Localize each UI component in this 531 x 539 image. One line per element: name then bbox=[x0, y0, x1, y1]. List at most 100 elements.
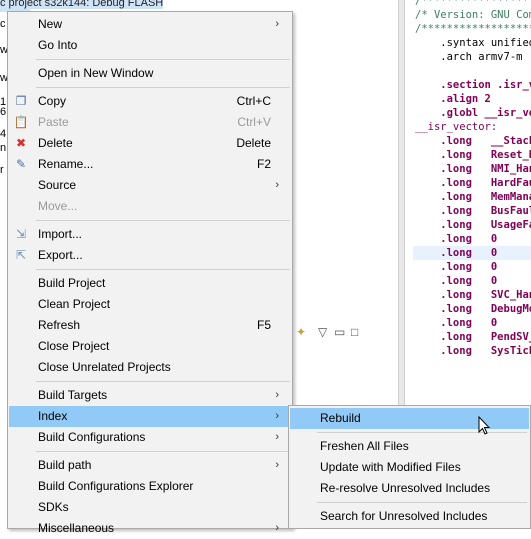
chevron-right-icon: › bbox=[275, 459, 279, 471]
copy-icon: ❐ bbox=[15, 94, 27, 108]
code-line: .long NMI_Handler bbox=[440, 163, 531, 175]
menu-item-label: Build Configurations bbox=[38, 430, 146, 444]
menu-item-delete[interactable]: ✖ Delete Delete bbox=[9, 133, 291, 154]
menu-item-label: Build Configurations Explorer bbox=[38, 479, 194, 493]
menu-separator bbox=[36, 381, 290, 382]
code-editor[interactable]: /************************* /* Version: GN… bbox=[405, 0, 531, 405]
delete-icon: ✖ bbox=[15, 136, 27, 150]
project-title: c project s32k144: Debug FLASH bbox=[0, 0, 164, 9]
editor-ruler bbox=[398, 0, 405, 405]
menu-item-shortcut: Delete bbox=[236, 136, 271, 150]
code-line: .long UsageFault_Handler bbox=[440, 219, 531, 231]
menu-item-label: Build Project bbox=[38, 276, 106, 290]
minimize-icon[interactable]: ▭ bbox=[334, 325, 345, 339]
code-line: .section .isr_vector bbox=[440, 79, 531, 91]
menu-item-update-with-modified-files[interactable]: Update with Modified Files bbox=[290, 457, 529, 478]
menu-item-label: Update with Modified Files bbox=[320, 460, 461, 474]
menu-item-new[interactable]: New › bbox=[9, 14, 291, 35]
menu-item-build-configurations-explorer[interactable]: Build Configurations Explorer bbox=[9, 476, 291, 497]
explorer-text-fragment: c bbox=[0, 18, 6, 30]
menu-item-open-in-new-window[interactable]: Open in New Window bbox=[9, 63, 291, 84]
mouse-cursor-icon bbox=[478, 416, 491, 435]
menu-item-build-configurations[interactable]: Build Configurations › bbox=[9, 427, 291, 448]
menu-item-re-resolve-unresolved-includes[interactable]: Re-resolve Unresolved Includes bbox=[290, 478, 529, 499]
menu-item-close-unrelated-projects[interactable]: Close Unrelated Projects bbox=[9, 357, 291, 378]
menu-separator bbox=[36, 87, 290, 88]
menu-separator bbox=[36, 59, 290, 60]
menu-item-move[interactable]: Move... bbox=[9, 196, 291, 217]
menu-item-index[interactable]: Index › bbox=[9, 406, 291, 427]
menu-item-label: Clean Project bbox=[38, 297, 111, 311]
menu-item-paste[interactable]: 📋 Paste Ctrl+V bbox=[9, 112, 291, 133]
explorer-text-fragment: r bbox=[0, 164, 4, 176]
export-icon: ⇱ bbox=[15, 248, 27, 262]
explorer-text-fragment: 6 bbox=[0, 106, 7, 118]
import-icon: ⇲ bbox=[15, 227, 27, 241]
menu-item-label: Search for Unresolved Includes bbox=[320, 509, 488, 523]
paste-icon: 📋 bbox=[13, 115, 29, 129]
menu-item-import[interactable]: ⇲ Import... bbox=[9, 224, 291, 245]
code-line: .long __StackTop bbox=[440, 135, 531, 147]
explorer-text-fragment: n bbox=[0, 142, 7, 154]
menu-item-label: Refresh bbox=[38, 318, 81, 332]
menu-item-export[interactable]: ⇱ Export... bbox=[9, 245, 291, 266]
rename-icon: ✎ bbox=[15, 157, 27, 171]
context-menu: New › Go Into Open in New Window ❐ Copy Ctrl+C… bbox=[7, 11, 293, 535]
menu-item-label: New bbox=[38, 17, 63, 31]
chevron-right-icon: › bbox=[275, 179, 279, 191]
menu-item-search-for-unresolved-includes[interactable]: Search for Unresolved Includes bbox=[290, 506, 529, 527]
menu-item-clean-project[interactable]: Clean Project bbox=[9, 294, 291, 315]
view-menu-icon[interactable]: ▽ bbox=[318, 325, 327, 339]
menu-item-shortcut: F2 bbox=[256, 157, 271, 171]
menu-item-shortcut: F5 bbox=[256, 318, 271, 332]
index-submenu: Rebuild Freshen All Files Update with Modi… bbox=[288, 405, 531, 529]
menu-item-shortcut: Ctrl+V bbox=[237, 115, 271, 129]
maximize-icon[interactable]: □ bbox=[351, 325, 358, 339]
code-line: .globl __isr_vector bbox=[440, 107, 531, 119]
menu-item-source[interactable]: Source › bbox=[9, 175, 291, 196]
menu-item-rebuild[interactable]: Rebuild bbox=[290, 408, 529, 429]
chevron-right-icon: › bbox=[275, 18, 279, 30]
menu-item-refresh[interactable]: Refresh F5 bbox=[9, 315, 291, 336]
code-line: /************************* bbox=[415, 23, 531, 35]
menu-separator bbox=[36, 269, 290, 270]
code-line: .long HardFault_Handler bbox=[440, 177, 531, 189]
menu-item-label: Rebuild bbox=[320, 411, 361, 425]
menu-item-rename[interactable]: ✎ Rename... F2 bbox=[9, 154, 291, 175]
menu-item-label: Freshen All Files bbox=[320, 439, 409, 453]
code-line: .align 2 bbox=[415, 93, 491, 105]
code-line: /* Version: GNU Compiler bbox=[415, 9, 531, 21]
menu-separator bbox=[317, 432, 527, 433]
menu-item-label: SDKs bbox=[38, 500, 69, 514]
code-line: .arch armv7-m bbox=[415, 51, 523, 63]
code-line: .long 0 bbox=[413, 246, 531, 260]
code-line: .long 0 bbox=[415, 233, 498, 245]
menu-item-go-into[interactable]: Go Into bbox=[9, 35, 291, 56]
menu-item-label: Go Into bbox=[38, 38, 78, 52]
explorer-text-fragment: 4 bbox=[0, 128, 7, 140]
code-line: .long 0 bbox=[415, 275, 498, 287]
menu-separator bbox=[36, 220, 290, 221]
menu-item-label: Export... bbox=[38, 248, 83, 262]
code-line: .syntax unified bbox=[415, 37, 531, 49]
pin-icon[interactable]: ✦ bbox=[296, 325, 306, 339]
code-line: .long SVC_Handler bbox=[440, 289, 531, 301]
menu-item-sdks[interactable]: SDKs bbox=[9, 497, 291, 518]
view-toolbar: ✦ ▽ ▭ □ bbox=[296, 325, 386, 341]
menu-item-label: Build path bbox=[38, 458, 92, 472]
menu-item-close-project[interactable]: Close Project bbox=[9, 336, 291, 357]
code-line: .long SysTick_Handler bbox=[440, 345, 531, 357]
chevron-right-icon: › bbox=[275, 431, 279, 443]
menu-item-build-project[interactable]: Build Project bbox=[9, 273, 291, 294]
menu-item-copy[interactable]: ❐ Copy Ctrl+C bbox=[9, 91, 291, 112]
code-line: .long PendSV_Handler bbox=[440, 331, 531, 343]
menu-item-label: Copy bbox=[38, 94, 67, 108]
menu-item-label: Close Project bbox=[38, 339, 110, 353]
menu-item-label: Move... bbox=[38, 199, 78, 213]
code-line: .long BusFault_Handler bbox=[440, 205, 531, 217]
menu-item-freshen-all-files[interactable]: Freshen All Files bbox=[290, 436, 529, 457]
menu-item-build-path[interactable]: Build path › bbox=[9, 455, 291, 476]
code-line: .long 0 bbox=[415, 317, 498, 329]
menu-item-build-targets[interactable]: Build Targets › bbox=[9, 385, 291, 406]
menu-item-label: Re-resolve Unresolved Includes bbox=[320, 481, 491, 495]
